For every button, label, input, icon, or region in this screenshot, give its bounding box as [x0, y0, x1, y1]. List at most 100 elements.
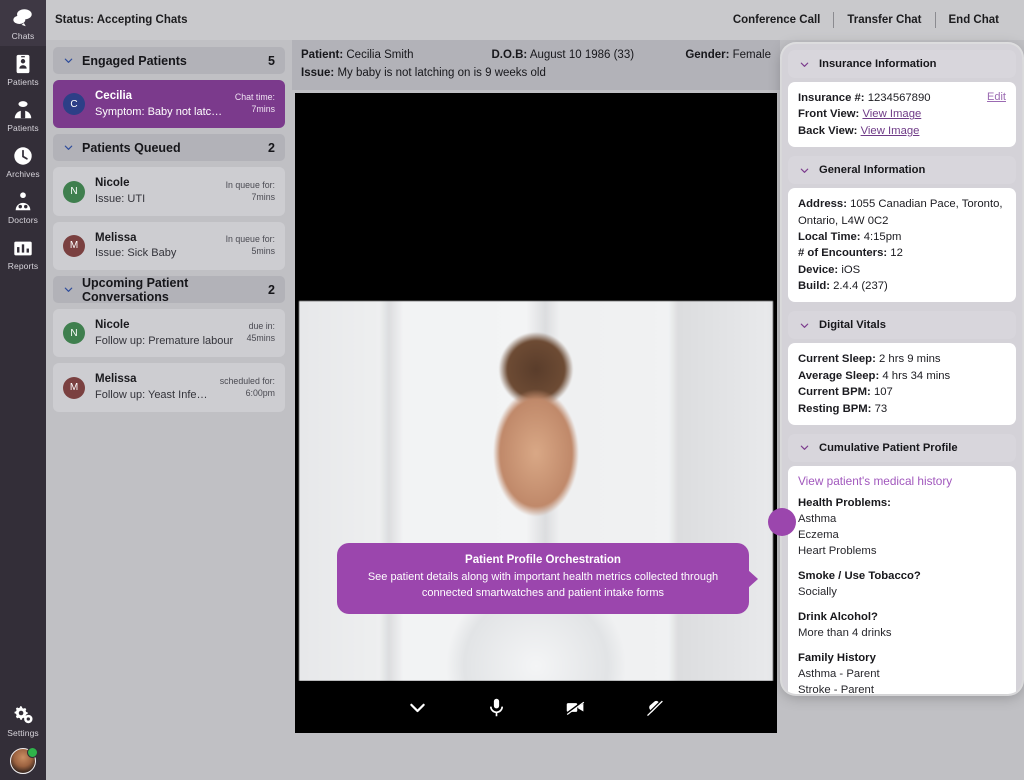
presence-dot — [27, 747, 38, 758]
tooltip-body: See patient details along with important… — [367, 571, 719, 599]
section-title: General Information — [819, 164, 926, 177]
meta-label: scheduled for: — [219, 375, 275, 386]
sidebar-label: Reports — [7, 261, 39, 271]
patient-label: Patient: — [301, 49, 344, 61]
alcohol-value: More than 4 drinks — [798, 627, 892, 640]
build-line: Build: 2.4.4 (237) — [798, 278, 1006, 294]
clock-icon — [14, 147, 32, 165]
list-section-header[interactable]: Engaged Patients 5 — [53, 47, 285, 74]
list-item[interactable]: N Nicole Follow up: Premature labour due in… — [53, 309, 285, 358]
patient-info-header: Patient: Cecilia Smith D.O.B: August 10 … — [292, 40, 780, 90]
average-sleep-line: Average Sleep: 4 hrs 34 mins — [798, 368, 1006, 384]
feature-tooltip: Patient Profile Orchestration See patien… — [337, 543, 758, 615]
issue-value: My baby is not latching on is 9 weeks ol… — [337, 67, 546, 80]
dob-label: D.O.B: — [491, 49, 528, 61]
section-title: Digital Vitals — [819, 319, 886, 332]
list-item-meta: In queue for: 7mins — [226, 180, 275, 204]
chevron-down-icon — [800, 445, 809, 451]
current-bpm-line: Current BPM: 107 — [798, 384, 1006, 400]
sidebar-item-patients-person[interactable]: Patients — [0, 92, 46, 138]
sidebar-label: Chats — [11, 31, 35, 41]
list-item-text: Nicole Issue: UTI — [95, 176, 218, 206]
back-view-link[interactable]: View Image — [861, 125, 920, 137]
list-item[interactable]: M Melissa Issue: Sick Baby In queue for: 5mi… — [53, 221, 285, 271]
sidebar-item-doctors[interactable]: Doctors — [0, 184, 46, 230]
family-history-label: Family History — [798, 652, 876, 665]
meta-label: In queue for: — [225, 234, 275, 245]
sidebar-item-patients-card[interactable]: Patients — [0, 46, 46, 92]
average-sleep-label: Average Sleep: — [798, 369, 880, 382]
current-sleep-line: Current Sleep: 2 hrs 9 mins — [798, 351, 1006, 367]
patient-name: Nicole — [95, 177, 130, 190]
chevron-down-icon — [800, 168, 809, 173]
accordion-cumulative-patient-profile[interactable]: Cumulative Patient Profile — [788, 433, 1016, 462]
avatar[interactable] — [10, 747, 38, 774]
edit-insurance-link[interactable]: Edit — [987, 90, 1006, 106]
device-label: Device: — [798, 263, 839, 276]
local-time-value: 4:15pm — [863, 230, 902, 243]
accordion-digital-vitals[interactable]: Digital Vitals — [788, 311, 1016, 340]
list-section-header[interactable]: Upcoming Patient Conversations 2 — [53, 276, 285, 304]
sidebar-item-chats[interactable]: Chats — [0, 0, 46, 46]
front-view-label: Front View: — [798, 108, 860, 121]
encounters-line: # of Encounters: 12 — [798, 245, 1006, 261]
accordion-insurance-information[interactable]: Insurance Information — [788, 50, 1016, 78]
chevron-down-icon — [800, 62, 809, 67]
insurance-card: Edit Insurance #: 1234567890 Front View:… — [788, 82, 1016, 148]
accordion-general-information[interactable]: General Information — [788, 156, 1016, 185]
sidebar-item-settings[interactable]: Settings — [0, 697, 46, 743]
meta-label: Chat time: — [234, 92, 275, 103]
end-chat-button[interactable]: End Chat — [936, 14, 1012, 26]
left-nav-rail: Chats Patients Patients Archives Doctors… — [0, 0, 46, 780]
video-call-area[interactable]: Patient Profile Orchestration See patien… — [295, 93, 777, 733]
chevron-down-icon — [64, 58, 73, 63]
list-item-text: Melissa Follow up: Yeast Infection — [95, 372, 212, 402]
health-problems-value: Asthma Eczema Heart Problems — [798, 512, 877, 557]
video-off-icon[interactable] — [565, 697, 586, 718]
microphone-icon[interactable] — [486, 697, 507, 718]
patient-name: Melissa — [95, 231, 137, 244]
bar-chart-icon — [14, 241, 32, 256]
insurance-back-line: Back View: View Image — [798, 123, 1006, 139]
medical-history-link[interactable]: View patient's medical history — [798, 474, 1006, 488]
sidebar-item-archives[interactable]: Archives — [0, 138, 46, 184]
patient-subtitle: Issue: UTI — [95, 192, 146, 205]
conference-call-button[interactable]: Conference Call — [720, 14, 834, 26]
gender-value: Female — [732, 49, 771, 61]
tooltip-anchor-dot — [768, 508, 796, 536]
gears-icon — [14, 706, 33, 724]
chevron-down-icon[interactable] — [407, 697, 428, 718]
section-title: Cumulative Patient Profile — [819, 441, 958, 454]
sidebar-item-reports[interactable]: Reports — [0, 230, 46, 276]
insurance-number-label: Insurance #: — [798, 92, 865, 104]
address-label: Address: — [798, 198, 847, 211]
build-value: 2.4.4 (237) — [833, 280, 888, 292]
patient-subtitle: Follow up: Premature labour — [95, 334, 234, 347]
local-time-label: Local Time: — [798, 230, 861, 243]
video-controls-bar — [295, 681, 777, 733]
list-item-meta: scheduled for: 6:00pm — [220, 376, 275, 400]
current-sleep-label: Current Sleep: — [798, 353, 876, 366]
dob-value: August 10 1986 (33) — [529, 49, 635, 61]
avatar: N — [63, 180, 85, 203]
list-section-header[interactable]: Patients Queued 2 — [53, 134, 285, 162]
meta-value: 7mins — [251, 191, 275, 202]
list-item[interactable]: C Cecilia Symptom: Baby not latching ... Ch… — [53, 80, 285, 129]
list-item[interactable]: N Nicole Issue: UTI In queue for: 7mins — [53, 167, 285, 216]
cumulative-profile-card: View patient's medical history Health Pr… — [788, 465, 1016, 694]
encounters-value: 12 — [890, 247, 903, 260]
list-item[interactable]: M Melissa Follow up: Yeast Infection schedu… — [53, 363, 285, 412]
tooltip-title: Patient Profile Orchestration — [465, 554, 621, 566]
family-history-value: Asthma - Parent Stroke - Parent Throat C… — [798, 668, 880, 694]
list-item-meta: due in: 45mins — [247, 321, 275, 345]
meta-label: due in: — [248, 321, 275, 332]
meta-value: 5mins — [251, 245, 275, 256]
section-title: Insurance Information — [819, 58, 937, 70]
current-bpm-value: 107 — [873, 386, 893, 399]
hangup-off-icon[interactable] — [644, 697, 665, 718]
rail-footer: Settings — [0, 697, 46, 774]
transfer-chat-button[interactable]: Transfer Chat — [834, 14, 934, 26]
tobacco-value: Socially — [798, 586, 837, 599]
front-view-link[interactable]: View Image — [862, 108, 921, 120]
avatar: M — [63, 376, 85, 399]
